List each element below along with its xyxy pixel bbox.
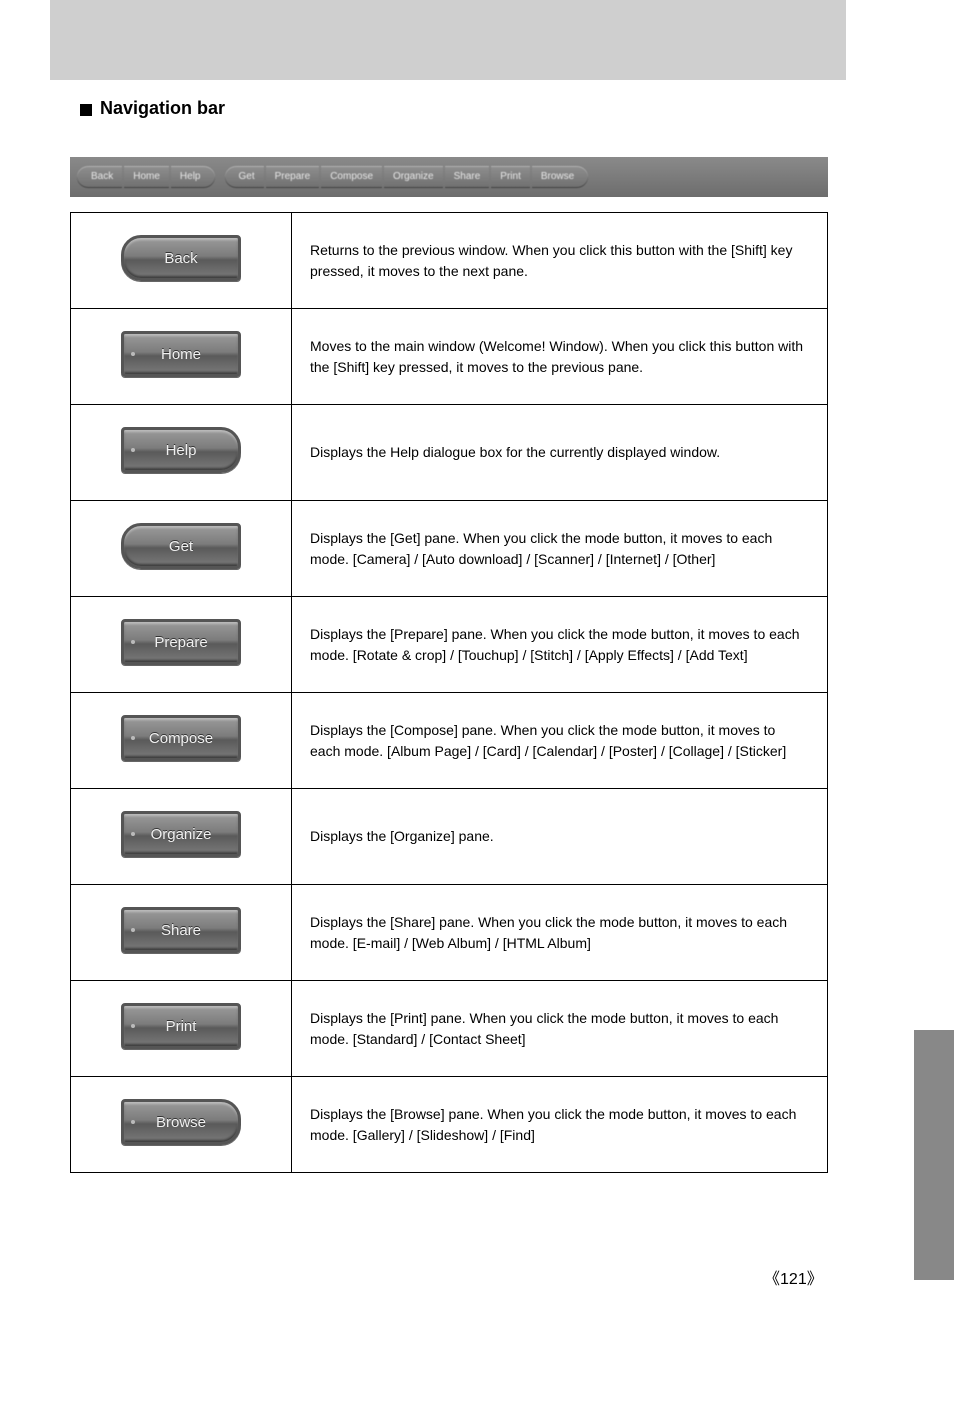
description-cell: Displays the [Share] pane. When you clic… — [292, 885, 828, 981]
toolbar-compose-button[interactable]: Compose — [321, 166, 382, 188]
button-cell: Home — [71, 309, 292, 405]
print-button[interactable]: Print — [121, 1003, 241, 1049]
table-row: Help Displays the Help dialogue box for t… — [71, 405, 828, 501]
description-cell: Displays the Help dialogue box for the c… — [292, 405, 828, 501]
toolbar-prepare-button[interactable]: Prepare — [266, 166, 320, 188]
table-row: Browse Displays the [Browse] pane. When y… — [71, 1077, 828, 1173]
page-number: 《121》 — [764, 1265, 823, 1289]
toolbar-home-button[interactable]: Home — [124, 166, 169, 188]
button-cell: Get — [71, 501, 292, 597]
button-label: Share — [124, 910, 238, 950]
button-label: Print — [124, 1006, 238, 1046]
button-label: Back — [124, 238, 238, 278]
description-cell: Moves to the main window (Welcome! Windo… — [292, 309, 828, 405]
compose-button[interactable]: Compose — [121, 715, 241, 761]
help-button[interactable]: Help — [121, 427, 241, 473]
button-cell: Print — [71, 981, 292, 1077]
button-cell: Share — [71, 885, 292, 981]
button-label: Prepare — [124, 622, 238, 662]
button-label: Browse — [124, 1102, 238, 1142]
toolbar-group-right: GetPrepareComposeOrganizeSharePrintBrows… — [224, 157, 590, 197]
button-cell: Organize — [71, 789, 292, 885]
toolbar-help-button[interactable]: Help — [171, 166, 215, 188]
share-button[interactable]: Share — [121, 907, 241, 953]
back-button[interactable]: Back — [121, 235, 241, 281]
description-cell: Displays the [Compose] pane. When you cl… — [292, 693, 828, 789]
button-cell: Compose — [71, 693, 292, 789]
toolbar-browse-button[interactable]: Browse — [532, 166, 588, 188]
toolbar-back-button[interactable]: Back — [77, 166, 122, 188]
bullet-icon — [80, 104, 92, 116]
description-cell: Displays the [Get] pane. When you click … — [292, 501, 828, 597]
button-label: Compose — [124, 718, 238, 758]
table-row: Organize Displays the [Organize] pane. — [71, 789, 828, 885]
button-label: Help — [124, 430, 238, 470]
toolbar-print-button[interactable]: Print — [491, 166, 530, 188]
buttons-table: Back Returns to the previous window. When… — [70, 212, 828, 1173]
table-row: Print Displays the [Print] pane. When you… — [71, 981, 828, 1077]
side-tab — [914, 1030, 954, 1280]
get-button[interactable]: Get — [121, 523, 241, 569]
description-cell: Displays the [Print] pane. When you clic… — [292, 981, 828, 1077]
table-row: Share Displays the [Share] pane. When you… — [71, 885, 828, 981]
description-cell: Displays the [Browse] pane. When you cli… — [292, 1077, 828, 1173]
home-button[interactable]: Home — [121, 331, 241, 377]
button-cell: Prepare — [71, 597, 292, 693]
button-cell: Back — [71, 213, 292, 309]
organize-button[interactable]: Organize — [121, 811, 241, 857]
description-cell: Displays the [Prepare] pane. When you cl… — [292, 597, 828, 693]
button-cell: Help — [71, 405, 292, 501]
table-row: Get Displays the [Get] pane. When you cli… — [71, 501, 828, 597]
section-heading: Navigation bar — [100, 98, 225, 119]
table-row: Compose Displays the [Compose] pane. When… — [71, 693, 828, 789]
browse-button[interactable]: Browse — [121, 1099, 241, 1145]
button-cell: Browse — [71, 1077, 292, 1173]
table-row: Home Moves to the main window (Welcome! W… — [71, 309, 828, 405]
header-bar — [50, 0, 846, 80]
prepare-button[interactable]: Prepare — [121, 619, 241, 665]
toolbar-organize-button[interactable]: Organize — [384, 166, 443, 188]
button-label: Home — [124, 334, 238, 374]
button-label: Organize — [124, 814, 238, 854]
table-row: Prepare Displays the [Prepare] pane. When… — [71, 597, 828, 693]
description-cell: Returns to the previous window. When you… — [292, 213, 828, 309]
table-row: Back Returns to the previous window. When… — [71, 213, 828, 309]
toolbar-get-button[interactable]: Get — [225, 166, 264, 188]
button-label: Get — [124, 526, 238, 566]
toolbar-share-button[interactable]: Share — [445, 166, 490, 188]
description-cell: Displays the [Organize] pane. — [292, 789, 828, 885]
nav-toolbar: BackHomeHelp GetPrepareComposeOrganizeSh… — [70, 157, 828, 197]
toolbar-group-left: BackHomeHelp — [76, 157, 216, 197]
